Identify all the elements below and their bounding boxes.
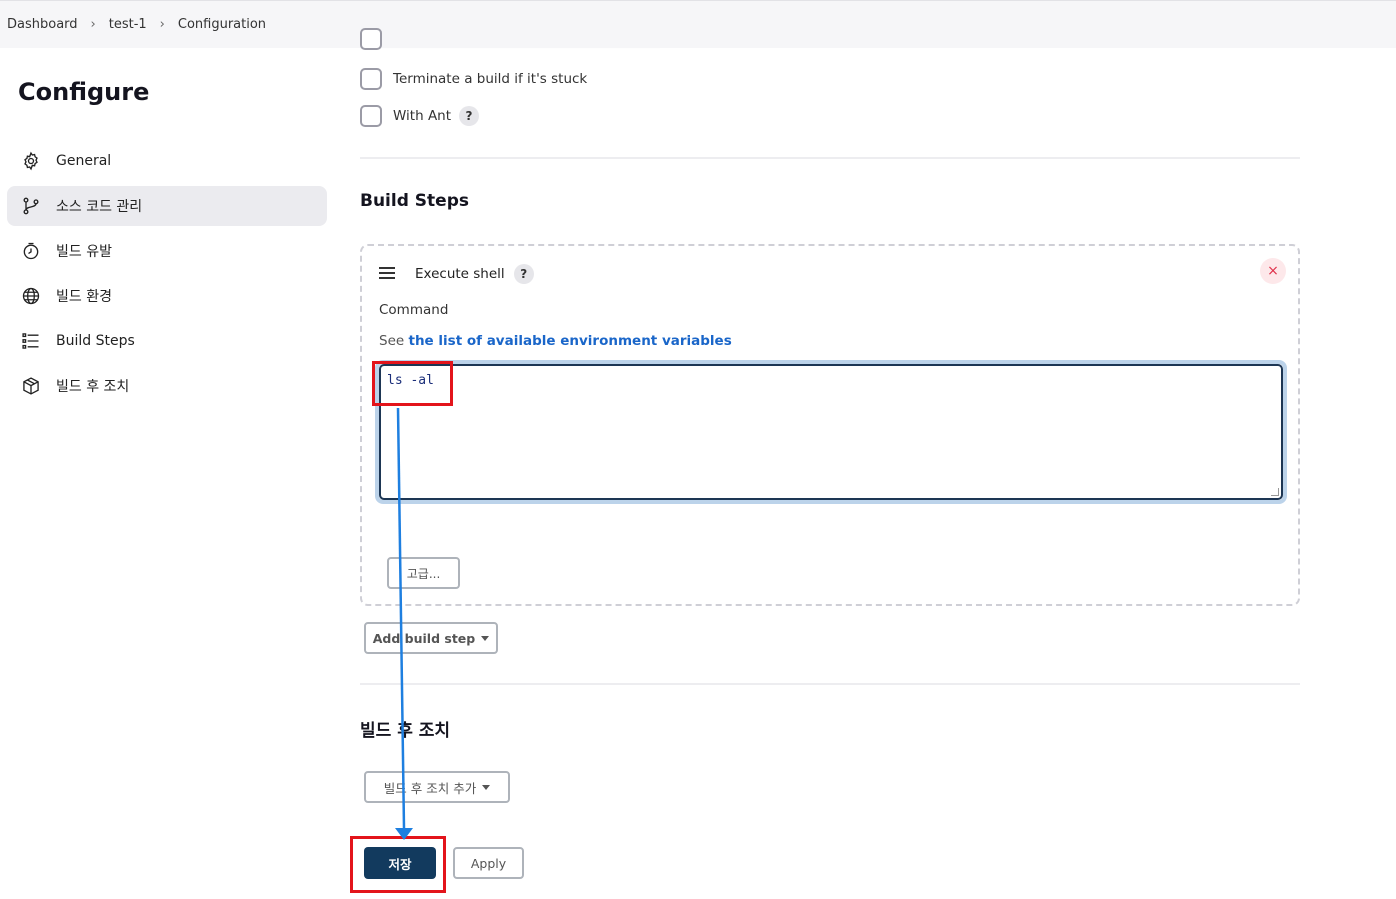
breadcrumb-configuration[interactable]: Configuration <box>178 17 266 32</box>
env-vars-link[interactable]: the list of available environment variab… <box>408 333 731 349</box>
close-icon[interactable]: × <box>1260 258 1286 284</box>
advanced-button[interactable]: 고급... <box>387 557 460 589</box>
caret-down-icon <box>481 635 490 641</box>
step-name: Execute shell <box>415 266 505 282</box>
command-textarea-focus-ring: ls -al <box>375 360 1287 504</box>
help-icon[interactable]: ? <box>459 106 480 126</box>
add-post-build-label: 빌드 후 조치 추가 <box>383 780 477 796</box>
build-steps-title: Build Steps <box>360 191 469 211</box>
sidebar-item-label: General <box>56 153 112 169</box>
chevron-right-icon: › <box>90 17 96 32</box>
add-build-step-button[interactable]: Add build step <box>364 622 498 654</box>
breadcrumb-dashboard[interactable]: Dashboard <box>7 17 78 32</box>
sidebar-item-label: 빌드 환경 <box>56 289 112 305</box>
terminate-stuck-label: Terminate a build if it's stuck <box>393 71 588 87</box>
option-checkbox[interactable] <box>360 28 382 50</box>
sidebar-item-general[interactable]: General <box>7 141 327 181</box>
command-label: Command <box>379 302 449 318</box>
step-header: Execute shell ? <box>415 264 534 284</box>
sidebar-item-label: 빌드 유발 <box>56 244 112 260</box>
gear-icon <box>20 150 42 172</box>
with-ant-label: With Ant <box>393 108 452 124</box>
chevron-right-icon: › <box>159 17 165 32</box>
sidebar-item-label: 소스 코드 관리 <box>56 199 143 215</box>
caret-down-icon <box>482 784 491 790</box>
command-highlight-box <box>372 361 453 406</box>
sidebar-item-label: 빌드 후 조치 <box>56 379 130 395</box>
resize-handle-icon[interactable] <box>1271 488 1279 496</box>
add-post-build-action-button[interactable]: 빌드 후 조치 추가 <box>364 771 510 803</box>
sidebar-item-post-build[interactable]: 빌드 후 조치 <box>7 366 327 406</box>
sidebar-item-source-code[interactable]: 소스 코드 관리 <box>7 186 327 226</box>
scroll-fade <box>360 40 660 50</box>
package-icon <box>20 375 42 397</box>
help-icon[interactable]: ? <box>513 264 534 284</box>
add-build-step-label: Add build step <box>372 630 476 646</box>
with-ant-option: With Ant ? <box>360 105 480 127</box>
partial-option-row <box>360 28 393 50</box>
sidebar-item-label: Build Steps <box>56 333 135 349</box>
execute-shell-step: Execute shell ? × Command See the list o… <box>360 244 1300 606</box>
page-title: Configure <box>18 78 150 106</box>
top-bar: Dashboard › test-1 › Configuration <box>0 0 1396 48</box>
breadcrumb: Dashboard › test-1 › Configuration <box>7 17 266 32</box>
clock-icon <box>20 240 42 262</box>
sidebar-item-build-triggers[interactable]: 빌드 유발 <box>7 231 327 271</box>
sidebar-item-build-steps[interactable]: Build Steps <box>7 321 327 361</box>
sidebar-item-build-environment[interactable]: 빌드 환경 <box>7 276 327 316</box>
section-divider <box>360 683 1300 685</box>
drag-handle-icon[interactable] <box>379 267 395 279</box>
env-vars-line: See the list of available environment va… <box>379 333 732 349</box>
section-divider <box>360 157 1300 159</box>
command-textarea[interactable]: ls -al <box>379 364 1283 500</box>
save-highlight-box <box>350 836 446 893</box>
breadcrumb-job[interactable]: test-1 <box>109 17 147 32</box>
globe-icon <box>20 285 42 307</box>
apply-button[interactable]: Apply <box>453 847 524 879</box>
git-branch-icon <box>20 195 42 217</box>
with-ant-checkbox[interactable] <box>360 105 382 127</box>
post-build-title: 빌드 후 조치 <box>360 721 451 741</box>
list-icon <box>20 330 42 352</box>
terminate-stuck-option: Terminate a build if it's stuck <box>360 68 587 90</box>
terminate-stuck-checkbox[interactable] <box>360 68 382 90</box>
env-prefix: See <box>379 333 405 349</box>
